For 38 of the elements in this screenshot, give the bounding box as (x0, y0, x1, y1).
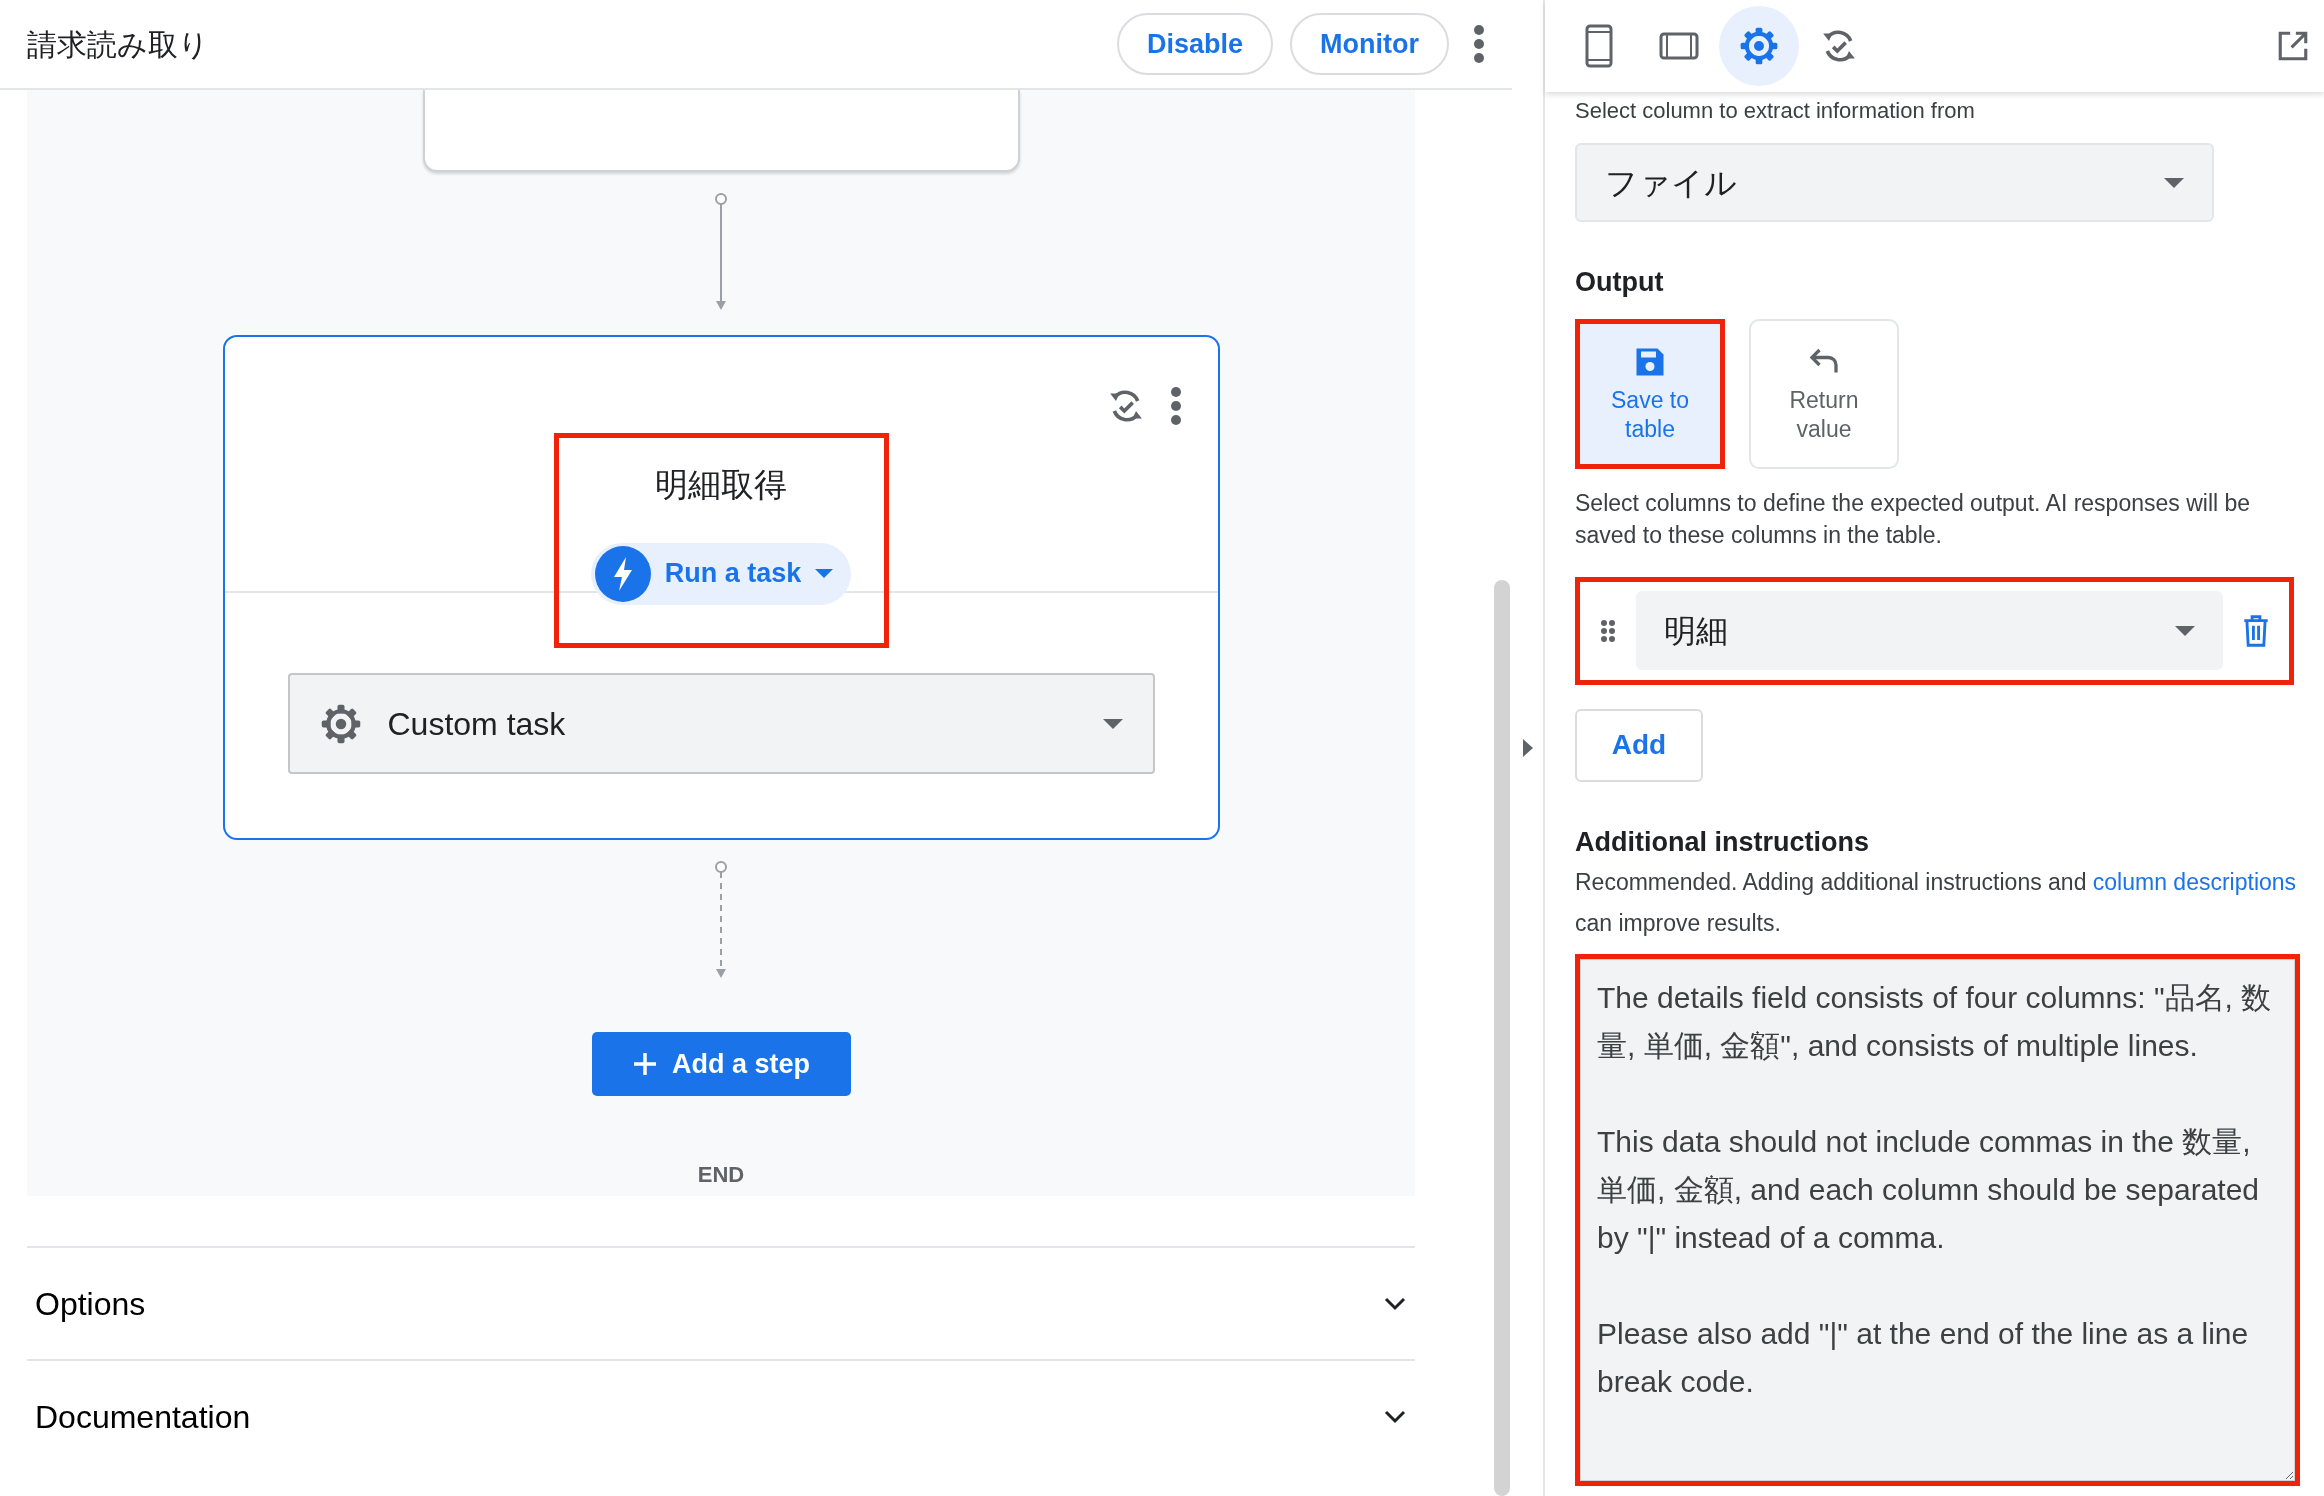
scrollbar-thumb[interactable] (1494, 580, 1510, 1496)
more-icon[interactable] (1473, 24, 1485, 64)
caret-icon (2175, 625, 2195, 636)
caret-icon (1102, 718, 1123, 729)
caret-icon (815, 569, 834, 578)
step-title: 明細取得 (655, 465, 787, 505)
header-button[interactable]: Disable (1116, 13, 1273, 75)
chevron-icon[interactable] (1383, 1295, 1407, 1312)
chevron-icon[interactable] (1383, 1408, 1407, 1425)
tablet-icon (1659, 31, 1699, 61)
column-dropdown[interactable]: 明細 (1636, 591, 2223, 670)
drag-handle-icon[interactable] (1600, 618, 1616, 643)
section-label: Additional instructions (1575, 825, 1869, 859)
page-title: 請求読み取り (27, 26, 210, 63)
caret-icon (2164, 177, 2184, 188)
field-label: Select column to extract information from (1575, 97, 1975, 125)
more-icon[interactable] (1169, 386, 1182, 426)
description-text: Select columns to define the expected output. AI responses will be saved to these columns in the table. (1575, 488, 2252, 550)
hint-text: Recommended. Adding additional instructions and column descriptions can improve results. (1575, 868, 2298, 938)
section-label: Output (1575, 266, 1664, 299)
task-dropdown[interactable]: Custom task (287, 673, 1155, 774)
trash-icon[interactable] (2243, 614, 2269, 647)
instructions-field[interactable]: The details field consists of four columns: "品名, 数量, 単価, 金額", and consists of multiple lines. This data should not include commas in the 数量, 単価, 金額, and each column should be separated by "|" instead of a comma. Please also add "|" at the end of the line as a line break code. (1580, 959, 2295, 1481)
action-dropdown[interactable]: Run a task (590, 542, 852, 605)
phone-icon (1584, 24, 1614, 68)
add-button[interactable]: Add (1575, 708, 1703, 782)
link[interactable]: column descriptions (2092, 869, 2297, 895)
settings-icon (319, 702, 362, 745)
open-external-icon[interactable] (2276, 29, 2310, 63)
source-column-dropdown[interactable]: ファイル (1575, 143, 2214, 222)
collapse-arrow-icon[interactable] (1521, 738, 1534, 758)
output-option[interactable]: Save to table (1575, 318, 1725, 469)
output-option[interactable]: Return value (1749, 318, 1899, 469)
end-label: END (697, 1161, 745, 1189)
header-button[interactable]: Monitor (1290, 13, 1449, 75)
add-step-button[interactable]: Add a step (591, 1032, 851, 1096)
settings-icon (1739, 26, 1779, 66)
plus-icon (632, 1051, 658, 1077)
